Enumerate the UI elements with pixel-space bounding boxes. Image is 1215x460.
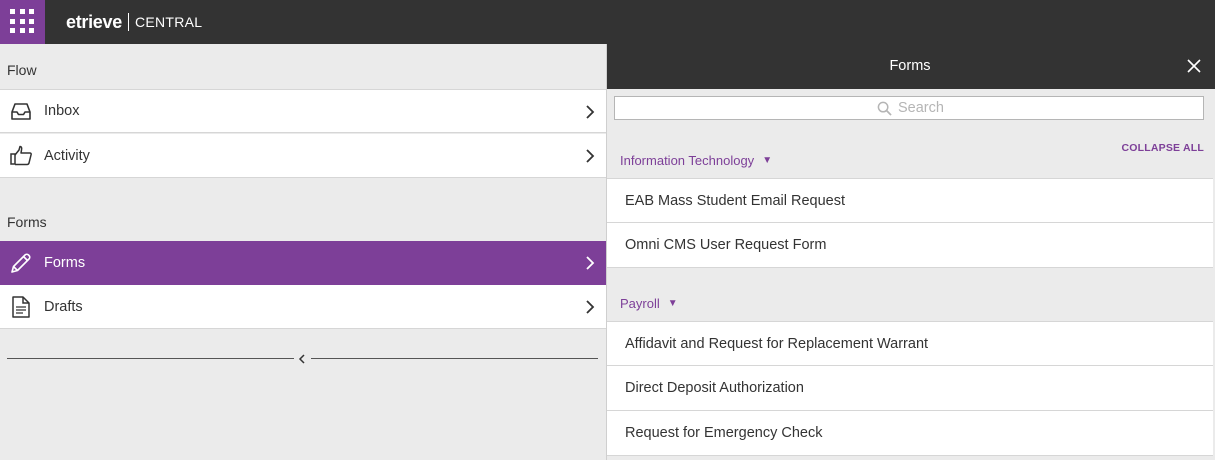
- forms-panel: Forms COLLAPSE ALL Information Technolog…: [606, 44, 1215, 460]
- form-row-request-for-emergency-check[interactable]: Request for Emergency Check: [607, 411, 1213, 456]
- nav-item-inbox[interactable]: Inbox: [0, 89, 606, 133]
- search-icon: [877, 101, 892, 116]
- form-row-direct-deposit-authorization[interactable]: Direct Deposit Authorization: [607, 366, 1213, 411]
- divider-line-left: [7, 358, 294, 359]
- thumbs-up-icon: [10, 145, 32, 166]
- nav-item-forms[interactable]: Forms: [0, 241, 606, 285]
- form-row-eab-mass-student-email-request[interactable]: EAB Mass Student Email Request: [607, 178, 1213, 223]
- brand-logo[interactable]: etrieve CENTRAL: [66, 10, 202, 34]
- section-label-flow: Flow: [7, 62, 37, 78]
- nav-item-activity[interactable]: Activity: [0, 134, 606, 178]
- collapse-all-button[interactable]: COLLAPSE ALL: [1121, 142, 1204, 154]
- brand-subtitle: CENTRAL: [134, 14, 203, 30]
- form-row-label: Affidavit and Request for Replacement Wa…: [625, 336, 929, 352]
- group-header-information-technology[interactable]: Information Technology ▼: [620, 153, 772, 168]
- left-nav-panel: Flow Inbox Activity Forms Forms Drafts: [0, 44, 606, 460]
- collapse-panel-button[interactable]: [296, 352, 308, 366]
- pencil-icon: [11, 253, 31, 273]
- search-box[interactable]: [614, 96, 1204, 120]
- form-row-label: Request for Emergency Check: [625, 425, 823, 441]
- nav-item-label: Drafts: [44, 298, 83, 315]
- chevron-right-icon: [586, 149, 595, 163]
- forms-panel-title: Forms: [889, 58, 931, 74]
- form-row-label: Omni CMS User Request Form: [625, 237, 827, 253]
- triangle-down-icon: ▼: [667, 298, 678, 309]
- nav-item-drafts[interactable]: Drafts: [0, 285, 606, 329]
- nav-item-label: Activity: [44, 147, 90, 164]
- group-name: Information Technology: [620, 153, 755, 168]
- form-row-label: Direct Deposit Authorization: [625, 380, 804, 396]
- brand-separator: [127, 13, 129, 31]
- nav-item-label: Forms: [44, 254, 86, 271]
- close-icon[interactable]: [1186, 58, 1202, 74]
- top-bar: etrieve CENTRAL: [0, 0, 1215, 44]
- form-row-label: EAB Mass Student Email Request: [625, 193, 846, 209]
- group-header-payroll[interactable]: Payroll ▼: [620, 296, 678, 311]
- form-row-affidavit-replacement-warrant[interactable]: Affidavit and Request for Replacement Wa…: [607, 321, 1213, 366]
- search-inner: [877, 100, 1098, 116]
- brand-name: etrieve: [66, 11, 122, 32]
- document-icon: [12, 296, 30, 318]
- section-label-forms: Forms: [7, 214, 47, 230]
- apps-grid-icon: [10, 9, 34, 33]
- form-row-omni-cms-user-request-form[interactable]: Omni CMS User Request Form: [607, 223, 1213, 268]
- chevron-right-icon: [586, 105, 595, 119]
- search-input[interactable]: [898, 100, 1098, 116]
- chevron-right-icon: [586, 256, 595, 270]
- nav-item-label: Inbox: [44, 103, 80, 119]
- chevron-right-icon: [586, 300, 595, 314]
- group-name: Payroll: [620, 296, 660, 311]
- forms-panel-header: Forms: [607, 44, 1215, 89]
- apps-menu-button[interactable]: [0, 0, 45, 44]
- divider-line-right: [311, 358, 598, 359]
- inbox-icon: [11, 103, 31, 120]
- triangle-down-icon: ▼: [762, 155, 773, 166]
